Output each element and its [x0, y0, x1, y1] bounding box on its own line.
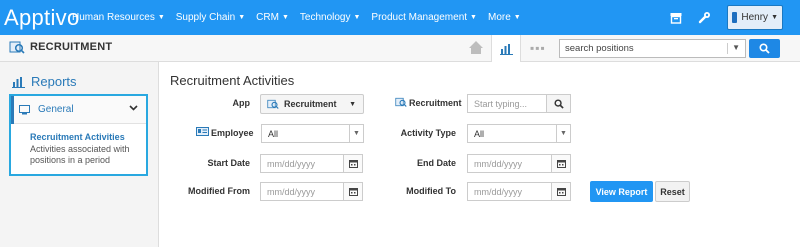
app-select-value: Recruitment: [284, 99, 337, 109]
reports-sidebar: Reports General Recruitment Activities A…: [0, 62, 159, 247]
category-general[interactable]: General: [11, 96, 146, 124]
bar-chart-icon: [12, 76, 25, 88]
module-bar: RECRUITMENT ▪▪▪ search positions ▼: [0, 35, 800, 62]
module-header: RECRUITMENT: [9, 39, 112, 55]
calendar-icon[interactable]: [551, 155, 570, 172]
activity-type-label: Activity Type: [400, 128, 456, 138]
id-card-icon: [196, 127, 209, 136]
report-form: Recruitment Activities App Recruitment ▼…: [160, 62, 800, 247]
report-link-recruitment-activities[interactable]: Recruitment Activities Activities associ…: [11, 124, 146, 167]
menu-more[interactable]: More ▼: [488, 12, 521, 23]
report-link-description: Activities associated with positions in …: [30, 143, 130, 166]
caret-down-icon: ▼: [281, 14, 289, 21]
reset-button[interactable]: Reset: [655, 181, 690, 202]
view-report-button[interactable]: View Report: [590, 181, 653, 202]
chevron-down-icon[interactable]: ▼: [727, 43, 740, 54]
menu-label: Supply Chain: [175, 12, 236, 23]
menu-product-management[interactable]: Product Management ▼: [371, 12, 477, 23]
caret-down-icon: ▼: [470, 14, 477, 21]
employee-select[interactable]: All ▼: [261, 124, 364, 143]
end-date-input[interactable]: mm/dd/yyyy: [467, 154, 571, 173]
top-menu: Human Resources ▼ Supply Chain ▼ CRM ▼ Tech…: [72, 12, 532, 23]
recruitment-input[interactable]: Start typing...: [467, 94, 547, 113]
search-icon: [553, 98, 564, 109]
chevron-down-icon[interactable]: [129, 103, 138, 114]
recruitment-icon: [267, 99, 279, 109]
recruitment-placeholder: Start typing...: [474, 98, 528, 109]
monitor-icon: [19, 104, 30, 114]
calendar-icon[interactable]: [343, 183, 362, 200]
settings-wrench-icon[interactable]: [698, 11, 711, 24]
start-date-placeholder: mm/dd/yyyy: [267, 158, 316, 169]
caret-down-icon: ▼: [771, 14, 778, 21]
menu-label: Product Management: [371, 12, 468, 23]
employee-value: All: [268, 128, 279, 139]
user-name: Henry: [741, 12, 769, 23]
menu-human-resources[interactable]: Human Resources ▼: [72, 12, 165, 23]
module-title: RECRUITMENT: [30, 41, 113, 53]
top-right-tools: Henry ▼: [670, 0, 800, 35]
activity-type-value: All: [474, 128, 485, 139]
bar-chart-icon: [499, 43, 513, 55]
calendar-icon[interactable]: [551, 183, 570, 200]
menu-crm[interactable]: CRM ▼: [256, 12, 289, 23]
end-date-label: End Date: [416, 158, 456, 168]
search-button[interactable]: [749, 39, 780, 58]
caret-down-icon: ▼: [353, 14, 361, 21]
menu-label: More: [487, 12, 511, 23]
more-dots-icon[interactable]: ▪▪▪: [530, 41, 546, 55]
apptivo-logo[interactable]: Apptivo: [0, 5, 79, 31]
calendar-icon[interactable]: [343, 155, 362, 172]
user-menu-button[interactable]: Henry ▼: [727, 5, 783, 30]
avatar-icon: [732, 12, 738, 23]
caret-down-icon: ▼: [349, 100, 356, 108]
recruitment-icon: [395, 97, 407, 107]
modified-from-label: Modified From: [188, 186, 250, 196]
menu-label: CRM: [256, 12, 279, 23]
active-indicator: [11, 96, 14, 124]
report-link-title[interactable]: Recruitment Activities: [30, 132, 146, 144]
activity-type-select[interactable]: All ▼: [467, 124, 571, 143]
menu-supply-chain[interactable]: Supply Chain ▼: [176, 12, 245, 23]
caret-down-icon: ▼: [238, 14, 246, 21]
page-title: Recruitment Activities: [170, 73, 295, 88]
reports-tab[interactable]: [491, 35, 521, 62]
sidebar-title-text: Reports: [31, 74, 77, 89]
report-category-panel: General Recruitment Activities Activitie…: [9, 94, 148, 176]
archive-icon[interactable]: [670, 12, 682, 24]
modified-to-label: Modified To: [406, 186, 456, 196]
home-icon[interactable]: [468, 40, 484, 60]
menu-technology[interactable]: Technology ▼: [300, 12, 361, 23]
modified-to-input[interactable]: mm/dd/yyyy: [467, 182, 571, 201]
sidebar-title: Reports: [12, 74, 77, 89]
recruitment-label: Recruitment: [409, 98, 462, 108]
start-date-input[interactable]: mm/dd/yyyy: [260, 154, 363, 173]
category-label: General: [38, 104, 74, 115]
caret-down-icon: ▼: [157, 14, 165, 21]
menu-label: Technology: [299, 12, 351, 23]
menu-label: Human Resources: [72, 12, 155, 23]
recruitment-icon: [9, 41, 25, 54]
modified-from-placeholder: mm/dd/yyyy: [267, 186, 316, 197]
search-input[interactable]: search positions ▼: [559, 39, 746, 58]
caret-down-icon: ▼: [349, 125, 363, 142]
end-date-placeholder: mm/dd/yyyy: [474, 158, 523, 169]
caret-down-icon: ▼: [556, 125, 570, 142]
app-select[interactable]: Recruitment ▼: [260, 94, 364, 114]
search-placeholder: search positions: [565, 43, 634, 54]
modified-from-input[interactable]: mm/dd/yyyy: [260, 182, 363, 201]
search-icon: [759, 43, 770, 54]
caret-down-icon: ▼: [513, 14, 521, 21]
recruitment-search-button[interactable]: [546, 94, 571, 113]
modified-to-placeholder: mm/dd/yyyy: [474, 186, 523, 197]
top-navigation-bar: Apptivo Human Resources ▼ Supply Chain ▼ C…: [0, 0, 800, 35]
start-date-label: Start Date: [207, 158, 250, 168]
employee-label: Employee: [211, 128, 254, 138]
app-label: App: [232, 98, 251, 108]
